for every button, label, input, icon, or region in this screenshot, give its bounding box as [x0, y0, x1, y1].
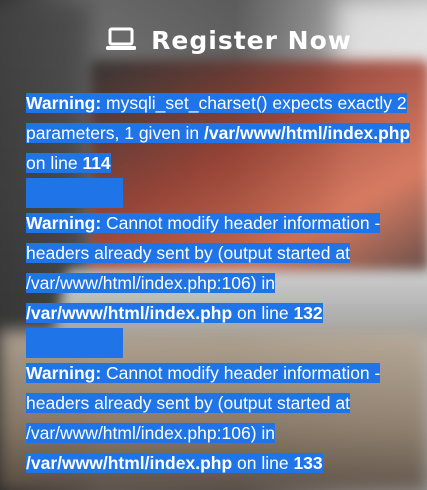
line-number: 132 — [293, 303, 323, 323]
warning-line: headers already sent by (output started … — [26, 243, 350, 263]
warning-label: Warning — [26, 93, 96, 113]
warning-label: Warning — [26, 213, 96, 233]
selection-gap — [26, 328, 427, 358]
warning-line: /var/www/html/index.php on line 132 — [26, 303, 323, 323]
warning-message: Warning: mysqli_set_charset() expects ex… — [26, 88, 427, 178]
warning-line: /var/www/html/index.php:106) in — [26, 423, 275, 443]
warning-line: Warning: Cannot modify header informatio… — [26, 213, 381, 233]
warning-line: parameters, 1 given in /var/www/html/ind… — [26, 123, 411, 143]
warning-message: Warning: Cannot modify header informatio… — [26, 208, 427, 328]
file-path: /var/www/html/index.php — [204, 123, 411, 143]
laptop-icon — [105, 27, 137, 53]
warning-line: Warning: Cannot modify header informatio… — [26, 363, 381, 383]
warning-label: Warning — [26, 363, 96, 383]
warning-line: /var/www/html/index.php:106) in — [26, 273, 275, 293]
warning-line: on line 114 — [26, 153, 111, 173]
register-header: Register Now — [0, 20, 427, 60]
line-number: 133 — [293, 453, 323, 473]
line-number: 114 — [82, 153, 111, 173]
warning-line: /var/www/html/index.php on line 133 — [26, 453, 323, 473]
selection-gap — [26, 178, 427, 208]
php-warnings: Warning: mysqli_set_charset() expects ex… — [26, 88, 427, 478]
warning-line: headers already sent by (output started … — [26, 393, 350, 413]
warning-message: Warning: Cannot modify header informatio… — [26, 358, 427, 478]
warning-line: Warning: mysqli_set_charset() expects ex… — [26, 93, 407, 113]
page-title: Register Now — [151, 25, 352, 55]
file-path: /var/www/html/index.php — [26, 453, 233, 473]
file-path: /var/www/html/index.php — [26, 303, 233, 323]
